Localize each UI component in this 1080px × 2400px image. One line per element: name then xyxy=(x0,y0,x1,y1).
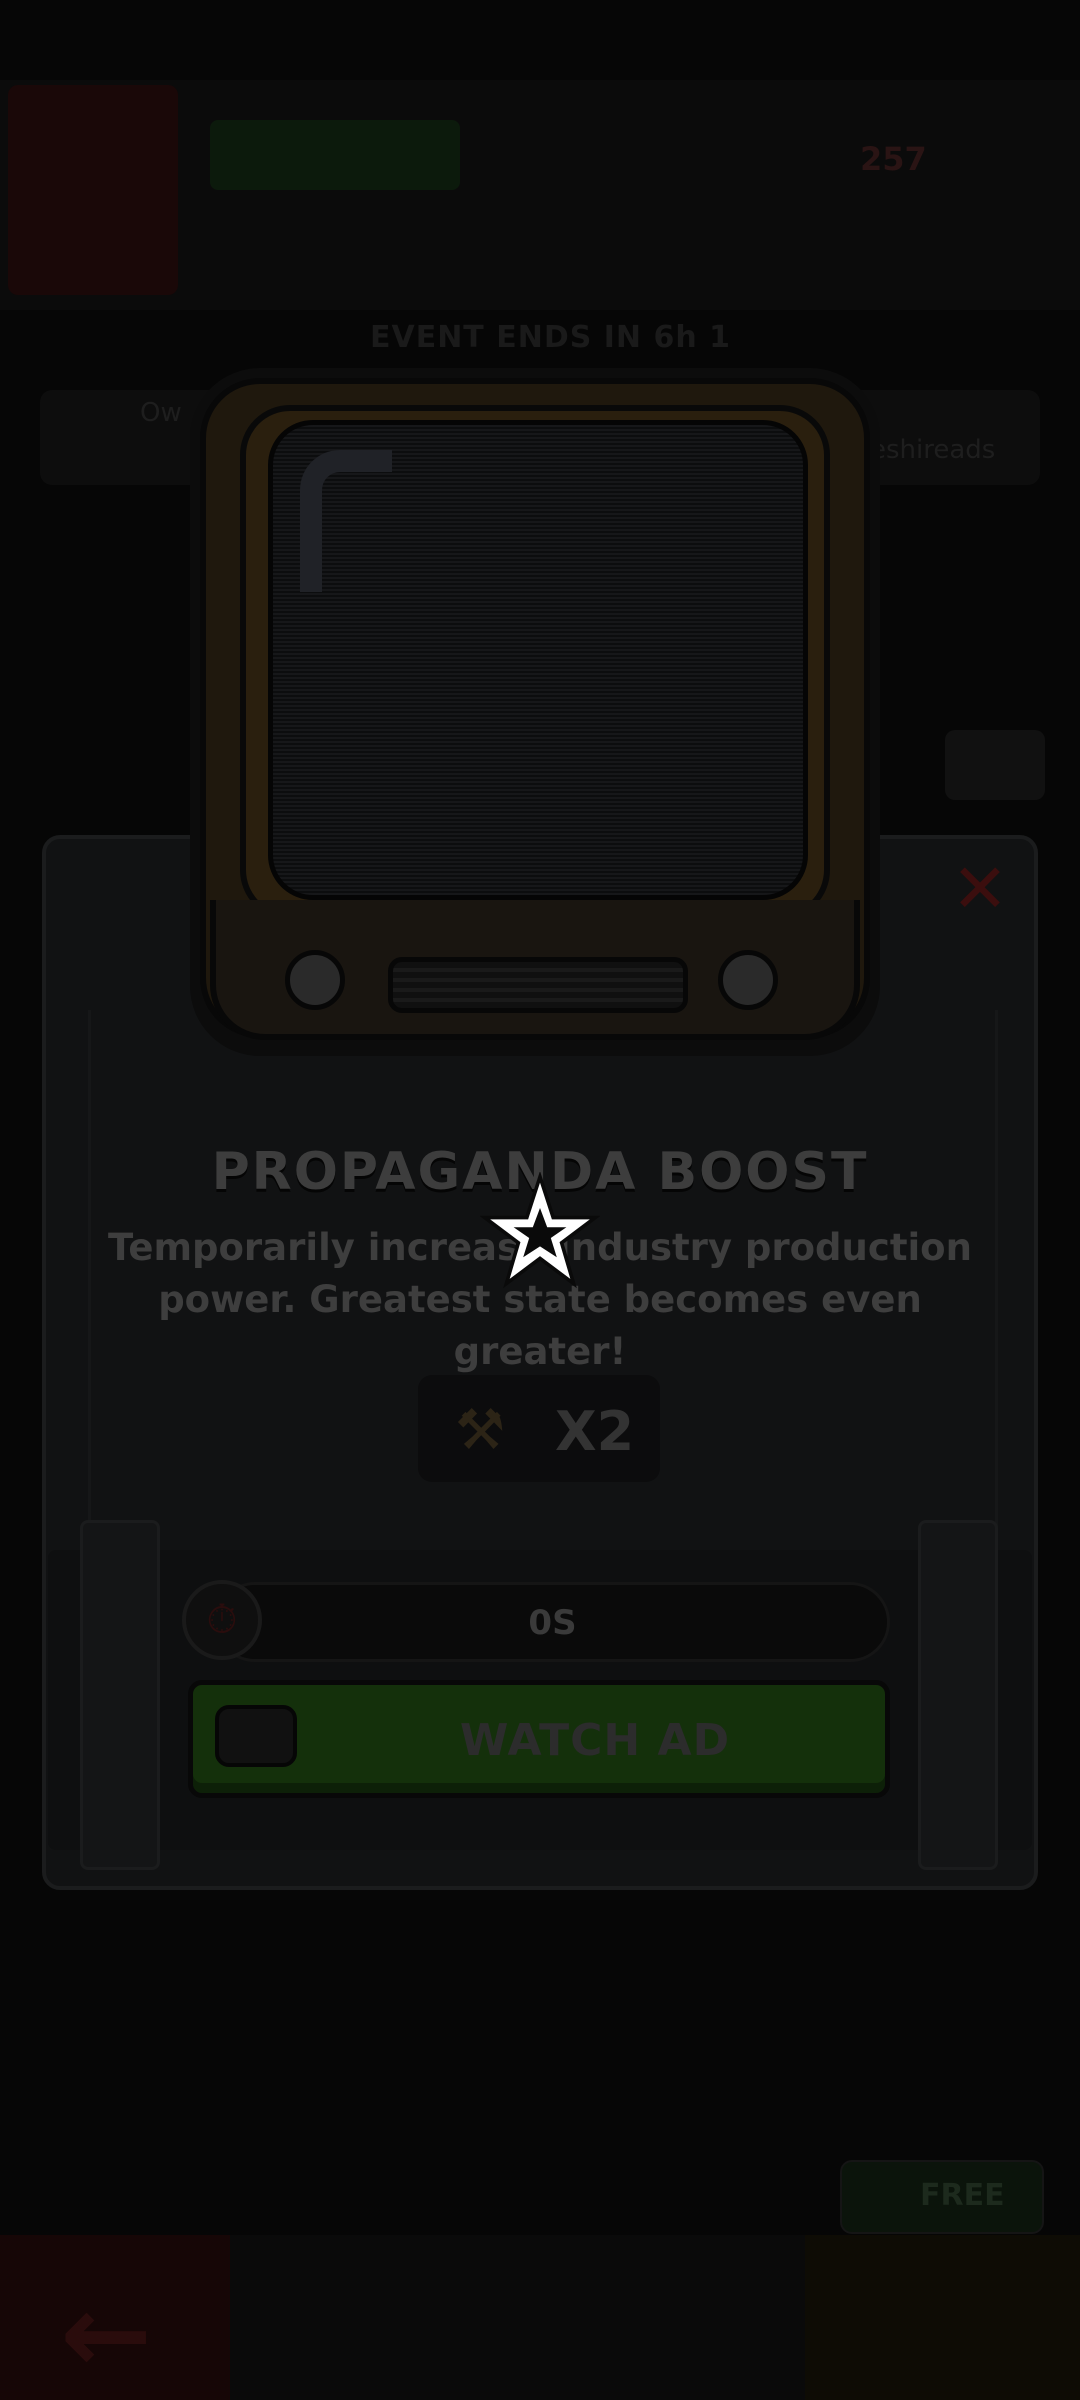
back-arrow-icon: ← xyxy=(60,2270,153,2398)
boost-multiplier: X2 xyxy=(555,1400,635,1463)
gem-count: 257 xyxy=(860,140,927,178)
event-row-right-text: eshireads xyxy=(870,435,996,465)
tv-knob-right xyxy=(718,950,778,1010)
frame-pillar-right xyxy=(918,1520,998,1870)
profile-badge xyxy=(8,85,178,295)
resource-bar xyxy=(210,120,460,190)
free-label: FREE xyxy=(920,2178,1005,2213)
tv-glare xyxy=(300,450,392,592)
frame-pillar-left xyxy=(80,1520,160,1870)
star-loading-icon xyxy=(480,1172,600,1289)
watch-ad-label: WATCH AD xyxy=(459,1715,731,1766)
tv-icon xyxy=(215,1705,297,1767)
timer-text: 0S xyxy=(528,1603,577,1643)
nav-lock-tab xyxy=(805,2235,1080,2400)
event-timer-text: EVENT ENDS IN 6h 1 xyxy=(370,320,732,355)
side-icon xyxy=(945,730,1045,800)
tv-knob-left xyxy=(285,950,345,1010)
close-icon[interactable]: ✕ xyxy=(940,850,1020,930)
tv-speaker-grill xyxy=(388,957,688,1013)
hammer-icon: ⚒ xyxy=(455,1398,506,1463)
event-row-left-text: Ow xyxy=(140,398,182,428)
